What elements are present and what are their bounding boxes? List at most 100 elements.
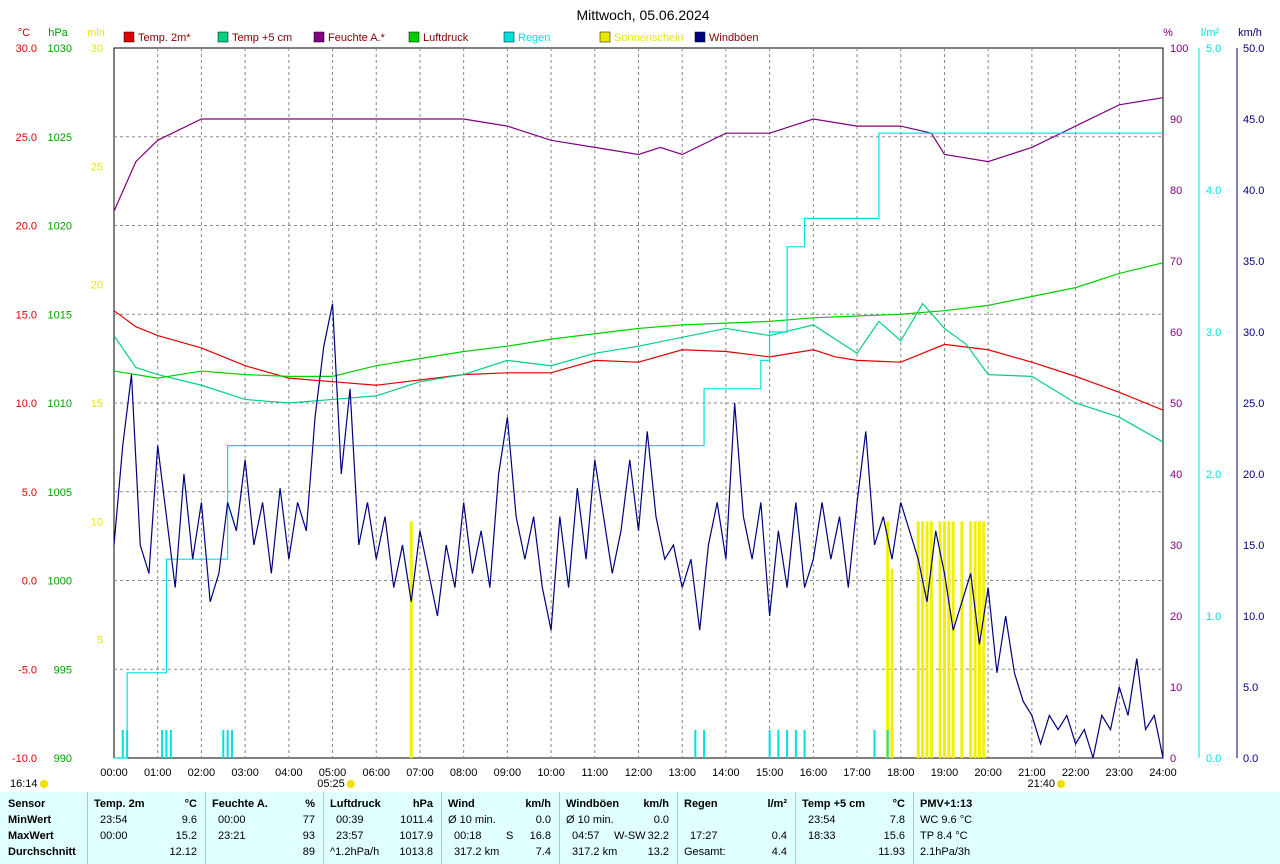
legend-swatch [503,31,515,43]
temp-tick: -10.0 [12,753,37,765]
time-tick: 01:00 [144,767,172,779]
sun-tick: 30 [91,43,103,55]
stats-wind-min: 0.0 [535,814,551,826]
stats-temp5cm-unit: °C [892,798,905,810]
stats-luftdruck-min-time: 00:39 [336,814,364,826]
pressure-tick: 1005 [48,487,72,499]
humidity-tick: 50 [1170,398,1182,410]
stats-windboeen-unit: km/h [643,798,669,810]
sunshine-bar [886,521,890,758]
stats-regen-col: Regen l/m² 17:27 0.4 Gesamt: 4.4 [678,792,796,864]
humidity-tick: 30 [1170,540,1182,552]
stats-wind-avg: 7.4 [535,846,551,858]
stats-temp2m-max: 15.2 [175,830,197,842]
legend-label: Temp +5 cm [232,32,292,44]
time-tick: 20:00 [974,767,1002,779]
wind-tick: 45.0 [1243,114,1264,126]
stats-luftdruck-min: 1011.4 [400,814,433,826]
rain-tick: 2.0 [1206,469,1221,481]
stats-windboeen-avg: 13.2 [647,846,669,858]
stats-regen-header: Regen [684,798,718,810]
sun-tick: 15 [91,398,103,410]
stats-feuchte-col: Feuchte A.% 00:00 77 23:21 93 89 [206,792,324,864]
stats-sensor-header: Sensor [8,798,46,810]
rain-bar [169,730,172,758]
rain-bar [231,730,234,758]
stats-pmv-dewpoint: TP 8.4 °C [920,830,968,842]
stats-temp2m-header: Temp. 2m [94,798,145,810]
humidity-tick: 40 [1170,469,1182,481]
sunrise-icon [346,780,355,788]
stats-temp2m-col: Temp. 2m °C 23:54 9.6 00:00 15.2 12.12 [88,792,206,864]
stats-regen-max: 0.4 [771,830,787,842]
humidity-tick: 80 [1170,185,1182,197]
pressure-tick: 1020 [48,221,72,233]
wind-tick: 40.0 [1243,185,1264,197]
stats-luftdruck-max-time: 23:57 [336,830,364,842]
rain-bar [886,730,889,758]
stats-wind-unit: km/h [525,798,551,810]
rain-bar [694,730,697,758]
legend-swatch [599,31,611,43]
time-tick: 22:00 [1062,767,1090,779]
stats-feuchte-min-time: 00:00 [218,814,246,826]
sun-tick: 10 [91,516,103,528]
time-tick: 04:00 [275,767,303,779]
humidity-tick: 0 [1170,753,1176,765]
stats-row-min: MinWert [8,814,52,826]
rain-tick: 0.0 [1206,753,1221,765]
legend-label: Feuchte A.* [328,32,386,44]
rain-tick: 4.0 [1206,185,1221,197]
wind-tick: 0.0 [1243,753,1258,765]
sunset-time: 21:40 [1027,778,1055,790]
humidity-tick: 100 [1170,43,1188,55]
time-tick: 13:00 [668,767,696,779]
stats-feuchte-unit: % [305,798,315,810]
wind-tick: 15.0 [1243,540,1264,552]
sun-tick: 20 [91,280,103,292]
legend-label: Luftdruck [423,32,469,44]
sunshine-bar [921,521,925,758]
time-tick: 00:00 [100,767,128,779]
stats-wind-max: 16.8 [529,830,551,842]
stats-luftdruck-avg: 1013.8 [399,846,433,858]
humidity-tick: 90 [1170,114,1182,126]
sun-unit: min [87,27,105,39]
time-tick: 03:00 [231,767,259,779]
stats-temp2m-unit: °C [184,798,197,810]
stats-windboeen-max: 32.2 [647,830,669,842]
legend-label: Temp. 2m* [138,32,191,44]
humidity-unit: % [1163,27,1173,39]
sunset-icon [1057,780,1066,788]
time-tick: 08:00 [450,767,478,779]
temp-tick: 15.0 [16,309,37,321]
time-tick: 11:00 [581,767,608,779]
wind-unit: km/h [1238,27,1262,39]
temp-tick: 25.0 [16,132,37,144]
sun-icon [40,780,48,788]
temp-tick: 0.0 [22,576,37,588]
rain-bar [794,730,797,758]
sunshine-bar [409,521,413,758]
stats-windboeen-max-time: 04:57 [572,830,600,842]
stats-panel: Sensor MinWert MaxWert Durchschnitt Temp… [0,792,1280,864]
stats-temp5cm-col: Temp +5 cm °C 23:54 7.8 18:33 15.6 11.93 [796,792,914,864]
time-tick: 09:00 [494,767,522,779]
stats-regen-unit: l/m² [767,798,787,810]
rain-bar [226,730,229,758]
stats-temp2m-avg: 12.12 [169,846,197,858]
stats-feuchte-avg: 89 [302,846,315,858]
time-tick: 02:00 [188,767,216,779]
temp-tick: -5.0 [18,664,37,676]
stats-windboeen-distance: 317.2 km [572,846,618,858]
sunshine-bar [925,521,929,758]
humidity-tick: 70 [1170,256,1182,268]
sunshine-bar [947,521,951,758]
stats-pmv-windchill: WC 9.6 °C [920,814,973,826]
legend-swatch [408,31,420,43]
legend-swatch [217,31,229,43]
stats-temp5cm-min-time: 23:54 [808,814,836,826]
temp-unit: °C [18,27,30,39]
rain-bar [786,730,789,758]
time-tick: 18:00 [887,767,915,779]
